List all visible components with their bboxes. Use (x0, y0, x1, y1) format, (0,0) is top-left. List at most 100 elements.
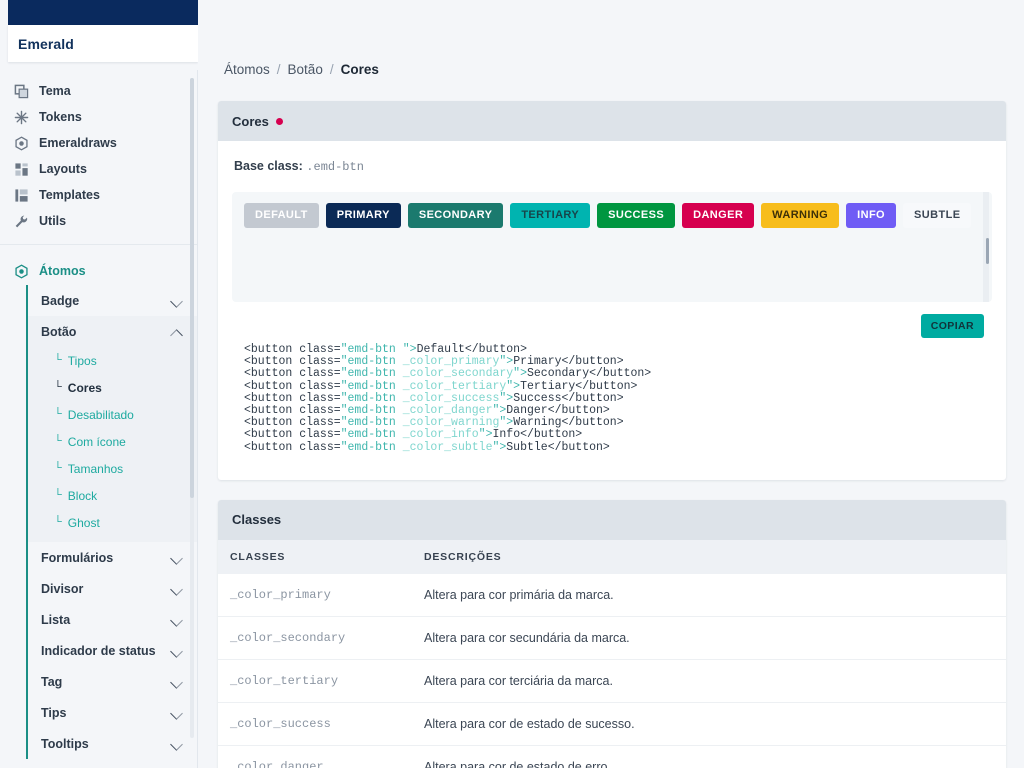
grid-icon (14, 162, 29, 177)
sidebar-item-utils[interactable]: Utils (0, 208, 197, 234)
sidebar-item-label: Templates (39, 188, 100, 202)
breadcrumb-item-atomos[interactable]: Átomos (224, 62, 270, 77)
wrench-icon (14, 214, 29, 229)
sidebar-item-templates[interactable]: Templates (0, 182, 197, 208)
sidebar-group-label: Formulários (41, 550, 114, 565)
cell-description: Altera para cor secundária da marca. (414, 616, 1006, 660)
brand-title: Emerald (18, 35, 74, 52)
button-variant-row: DEFAULT PRIMARY SECONDARY TERTIARY SUCCESS DA… (244, 203, 980, 228)
sidebar-atoms-groups: Badge Botão └ Tipos └ Cores └ Desabilita… (26, 285, 197, 759)
variant-button-info[interactable]: INFO (846, 203, 897, 228)
sidebar-item-label: Utils (39, 214, 67, 228)
sidebar-scrollbar-thumb[interactable] (190, 78, 194, 498)
copy-button[interactable]: COPIAR (920, 314, 984, 338)
breadcrumb-item-botao[interactable]: Botão (288, 62, 323, 77)
sidebar-item-tamanhos[interactable]: └ Tamanhos (28, 455, 197, 482)
classes-table: CLASSES DESCRIÇÕES _color_primary Altera … (218, 539, 1006, 768)
variant-button-default[interactable]: DEFAULT (244, 203, 319, 228)
sidebar-item-tema[interactable]: Tema (0, 78, 197, 104)
sidebar-group-label: Tag (41, 674, 63, 689)
classes-card: Classes CLASSES DESCRIÇÕES _color_primar… (218, 499, 1006, 768)
variant-button-tertiary[interactable]: TERTIARY (510, 203, 591, 228)
sidebar-primary-nav: Tema Tokens Emeraldraws Layouts Template… (0, 70, 197, 245)
sidebar-item-tokens[interactable]: Tokens (0, 104, 197, 130)
cell-class-name: _color_danger (218, 745, 414, 768)
sidebar-item-ghost[interactable]: └ Ghost (28, 509, 197, 536)
sidebar-item-tipos[interactable]: └ Tipos (28, 347, 197, 374)
sidebar-subitem-label: Desabilitado (67, 407, 134, 422)
sidebar-item-label: Emeraldraws (39, 136, 117, 150)
corner-branch-icon: └ (54, 435, 62, 447)
sidebar-group-divisor[interactable]: Divisor (28, 573, 197, 604)
cores-card-body: Base class: .emd-btn DEFAULT PRIMARY SECON… (218, 141, 1006, 480)
cell-description: Altera para cor primária da marca. (414, 573, 1006, 617)
sidebar-item-label: Tema (39, 84, 71, 98)
variant-button-warning[interactable]: WARNING (761, 203, 840, 228)
sidebar-section-label: Átomos (39, 264, 86, 278)
sidebar-group-tag[interactable]: Tag (28, 666, 197, 697)
table-row: _color_primary Altera para cor primária d… (218, 573, 1006, 617)
target-icon (14, 263, 29, 279)
breadcrumb-separator: / (329, 62, 334, 77)
sidebar-item-com-icone[interactable]: └ Com ícone (28, 428, 197, 455)
table-header-row: CLASSES DESCRIÇÕES (218, 539, 1006, 574)
sidebar-item-layouts[interactable]: Layouts (0, 156, 197, 182)
corner-branch-icon: └ (54, 489, 62, 501)
cores-card: Cores Base class: .emd-btn DEFAULT PRIMAR… (218, 101, 1006, 480)
sidebar-group-tooltips[interactable]: Tooltips (28, 728, 197, 759)
sidebar-group-lista[interactable]: Lista (28, 604, 197, 635)
sidebar-group-botao[interactable]: Botão (28, 316, 197, 347)
main-content: Átomos / Botão / Cores Cores Base class:… (198, 0, 1024, 768)
chevron-down-icon (172, 678, 183, 685)
sidebar-item-label: Layouts (39, 162, 87, 176)
base-class-line: Base class: .emd-btn (234, 159, 992, 174)
variant-button-secondary[interactable]: SECONDARY (407, 203, 504, 228)
cell-description: Altera para cor de estado de sucesso. (414, 702, 1006, 746)
target-icon (14, 135, 29, 151)
table-row: _color_danger Altera para cor de estado d… (218, 745, 1006, 768)
sidebar-group-formularios[interactable]: Formulários (28, 542, 197, 573)
variant-button-primary[interactable]: PRIMARY (325, 203, 401, 228)
cell-description: Altera para cor de estado de erro. (414, 745, 1006, 768)
chevron-down-icon (172, 740, 183, 747)
brand-box[interactable]: Emerald (8, 25, 198, 62)
sidebar-item-emeraldraws[interactable]: Emeraldraws (0, 130, 197, 156)
brand-accent-bar (8, 0, 198, 25)
corner-branch-icon: └ (54, 354, 62, 366)
variant-button-subtle[interactable]: SUBTLE (903, 203, 972, 228)
cores-card-header: Cores (218, 101, 1006, 141)
sidebar-group-label: Divisor (41, 581, 84, 596)
sidebar-group-label: Badge (41, 293, 80, 308)
code-line: <button class="emd-btn _color_subtle">Su… (244, 440, 610, 454)
sidebar-section-atomos[interactable]: Átomos (0, 257, 197, 285)
sidebar-group-tips[interactable]: Tips (28, 697, 197, 728)
sidebar-item-desabilitado[interactable]: └ Desabilitado (28, 401, 197, 428)
sidebar-item-block[interactable]: └ Block (28, 482, 197, 509)
cores-card-title: Cores (232, 113, 269, 129)
cell-class-name: _color_primary (218, 573, 414, 617)
columns-icon (14, 188, 29, 203)
chevron-down-icon (172, 647, 183, 654)
sidebar-group-label: Lista (41, 612, 71, 627)
sidebar-group-label: Tooltips (41, 736, 89, 751)
code-snippet-text: <button class="emd-btn ">Default</button… (244, 343, 980, 454)
sidebar-group-badge[interactable]: Badge (28, 285, 197, 316)
cell-description: Altera para cor terciária da marca. (414, 659, 1006, 703)
sidebar-subitem-label: Com ícone (67, 434, 126, 449)
sidebar-group-indicador-de-status[interactable]: Indicador de status (28, 635, 197, 666)
sidebar-group-label: Tips (41, 705, 67, 720)
sidebar-subitem-label: Block (67, 488, 98, 503)
variant-button-success[interactable]: SUCCESS (597, 203, 676, 228)
sidebar-scrollbar[interactable] (190, 78, 194, 738)
sidebar-item-cores[interactable]: └ Cores (28, 374, 197, 401)
variant-button-danger[interactable]: DANGER (682, 203, 755, 228)
preview-scrollbar-thumb[interactable] (986, 238, 989, 264)
code-snippet-block: COPIAR <button class="emd-btn ">Default<… (232, 314, 992, 464)
layers-icon (14, 84, 29, 99)
classes-card-title: Classes (232, 512, 282, 528)
classes-table-head: CLASSES DESCRIÇÕES (218, 539, 1006, 574)
sidebar-subitem-label: Tipos (67, 353, 97, 368)
breadcrumb-separator: / (276, 62, 281, 77)
classes-table-body: _color_primary Altera para cor primária d… (218, 573, 1006, 768)
chevron-down-icon (172, 616, 183, 623)
